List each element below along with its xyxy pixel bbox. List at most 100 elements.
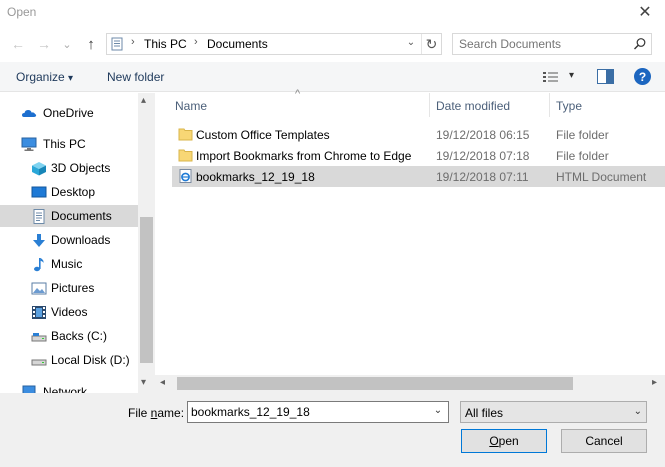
scroll-down-icon[interactable]: ▾ [141,377,146,388]
onedrive-icon [22,110,37,117]
up-arrow-icon: ↑ [87,35,95,53]
chevron-down-icon[interactable]: ⌄ [430,405,446,419]
file-row-selected[interactable]: bookmarks_12_19_18 19/12/2018 07:11 HTML… [172,166,665,187]
column-divider[interactable] [429,93,430,117]
scroll-up-icon[interactable]: ▴ [141,95,146,106]
sidebar-item-downloads[interactable]: Downloads [0,229,138,251]
open-button[interactable]: Open [461,429,547,453]
sidebar-item-drive-c[interactable]: Backs (C:) [0,325,138,347]
close-button[interactable]: ✕ [625,0,665,24]
network-icon [22,385,36,393]
drive-icon [31,333,47,342]
organize-button[interactable]: Organize ▾ [16,70,73,84]
column-divider[interactable] [549,93,550,117]
navigation-scrollbar[interactable]: ▴ ▾ [138,93,155,393]
title-bar: Open ✕ [0,0,665,26]
refresh-icon[interactable]: ↻ [421,34,441,54]
search-icon[interactable] [633,37,647,51]
column-header: ^ Name Date modified Type [172,88,665,117]
sidebar-item-music[interactable]: Music [0,253,138,275]
video-icon [32,306,46,319]
file-row[interactable]: Custom Office Templates 19/12/2018 06:15… [172,124,665,145]
scroll-right-icon[interactable]: ▸ [652,377,657,388]
sidebar-item-label: Backs (C:) [51,329,108,343]
file-date: 19/12/2018 07:11 [436,170,529,184]
file-list-scrollbar[interactable]: ◂ ▸ [155,375,665,393]
view-options-button[interactable]: ▾ [542,68,580,86]
sidebar-item-network[interactable]: Network [0,381,138,393]
chevron-down-icon: ⌄ [62,38,72,51]
sidebar-item-label: Network [43,385,88,393]
column-name[interactable]: Name [175,99,207,113]
new-folder-button[interactable]: New folder [107,70,164,84]
file-name: Custom Office Templates [196,128,330,142]
sidebar-item-label: Documents [51,209,112,223]
sidebar-item-desktop[interactable]: Desktop [0,181,138,203]
html-file-icon [179,169,192,183]
file-name: Import Bookmarks from Chrome to Edge [196,149,412,163]
sidebar-item-label: Local Disk (D:) [51,353,130,367]
file-type: HTML Document [556,170,647,184]
column-date-modified[interactable]: Date modified [436,99,510,113]
cube-icon [32,162,46,176]
file-name: bookmarks_12_19_18 [196,170,315,184]
sidebar-item-3d-objects[interactable]: 3D Objects [0,157,138,179]
scrollbar-thumb[interactable] [177,377,573,390]
sidebar-item-label: This PC [43,137,86,151]
picture-icon [31,282,47,295]
sidebar-item-videos[interactable]: Videos [0,301,138,323]
file-date: 19/12/2018 06:15 [436,128,530,142]
scrollbar-thumb[interactable] [140,217,153,363]
label-text: ame: [157,406,185,420]
folder-icon [178,128,193,141]
drive-icon [31,359,47,366]
navigation-pane: OneDrive This PC 3D Objects Desktop Docu… [0,93,155,393]
desktop-icon [31,186,47,198]
forward-button[interactable]: → [35,34,53,54]
bottom-panel: File name: ⌄ All files ⌄ Open Cancel [0,393,665,467]
search-box[interactable] [452,33,652,55]
chevron-down-icon: ⌄ [633,406,642,417]
up-button[interactable]: ↑ [82,34,100,54]
computer-icon [21,137,37,151]
music-icon [34,258,44,272]
sidebar-item-label: Downloads [51,233,111,247]
organize-label: Organize [16,70,65,84]
sidebar-item-drive-d[interactable]: Local Disk (D:) [0,349,138,371]
label-text: File [128,406,151,420]
breadcrumb-this-pc[interactable]: This PC [144,37,187,51]
file-name-combobox[interactable]: ⌄ [187,401,449,423]
file-type-select[interactable]: All files ⌄ [460,401,647,423]
file-name-input[interactable] [191,405,425,419]
scroll-left-icon[interactable]: ◂ [160,377,165,388]
back-button[interactable]: ← [9,34,27,54]
sidebar-item-this-pc[interactable]: This PC [0,133,138,155]
view-details-icon [543,72,558,82]
address-bar[interactable]: › This PC › Documents ⌄ ↻ [106,33,442,55]
forward-arrow-icon: → [37,36,51,52]
preview-pane-icon[interactable] [597,69,614,84]
organize-dropdown-icon: ▾ [68,73,74,84]
file-type: File folder [556,128,609,142]
sidebar-item-documents[interactable]: Documents [0,205,138,227]
file-type: File folder [556,149,609,163]
file-row[interactable]: Import Bookmarks from Chrome to Edge 19/… [172,145,665,166]
sidebar-item-label: Videos [51,305,88,319]
breadcrumb-documents[interactable]: Documents [207,37,268,51]
sidebar-item-label: OneDrive [43,106,94,120]
column-type[interactable]: Type [556,99,582,113]
cancel-button[interactable]: Cancel [561,429,647,453]
sidebar-item-label: Desktop [51,185,96,199]
recent-locations-button[interactable]: ⌄ [60,34,74,54]
address-dropdown-icon[interactable]: ⌄ [403,37,419,51]
help-button[interactable]: ? [634,68,651,85]
file-type-value: All files [465,406,504,420]
help-icon: ? [638,69,647,84]
sidebar-item-pictures[interactable]: Pictures [0,277,138,299]
search-input[interactable] [459,37,629,51]
file-date: 19/12/2018 07:18 [436,149,530,163]
back-arrow-icon: ← [11,36,25,52]
sort-ascending-icon: ^ [295,88,301,100]
sidebar-item-onedrive[interactable]: OneDrive [0,102,138,124]
close-icon: ✕ [638,4,652,21]
